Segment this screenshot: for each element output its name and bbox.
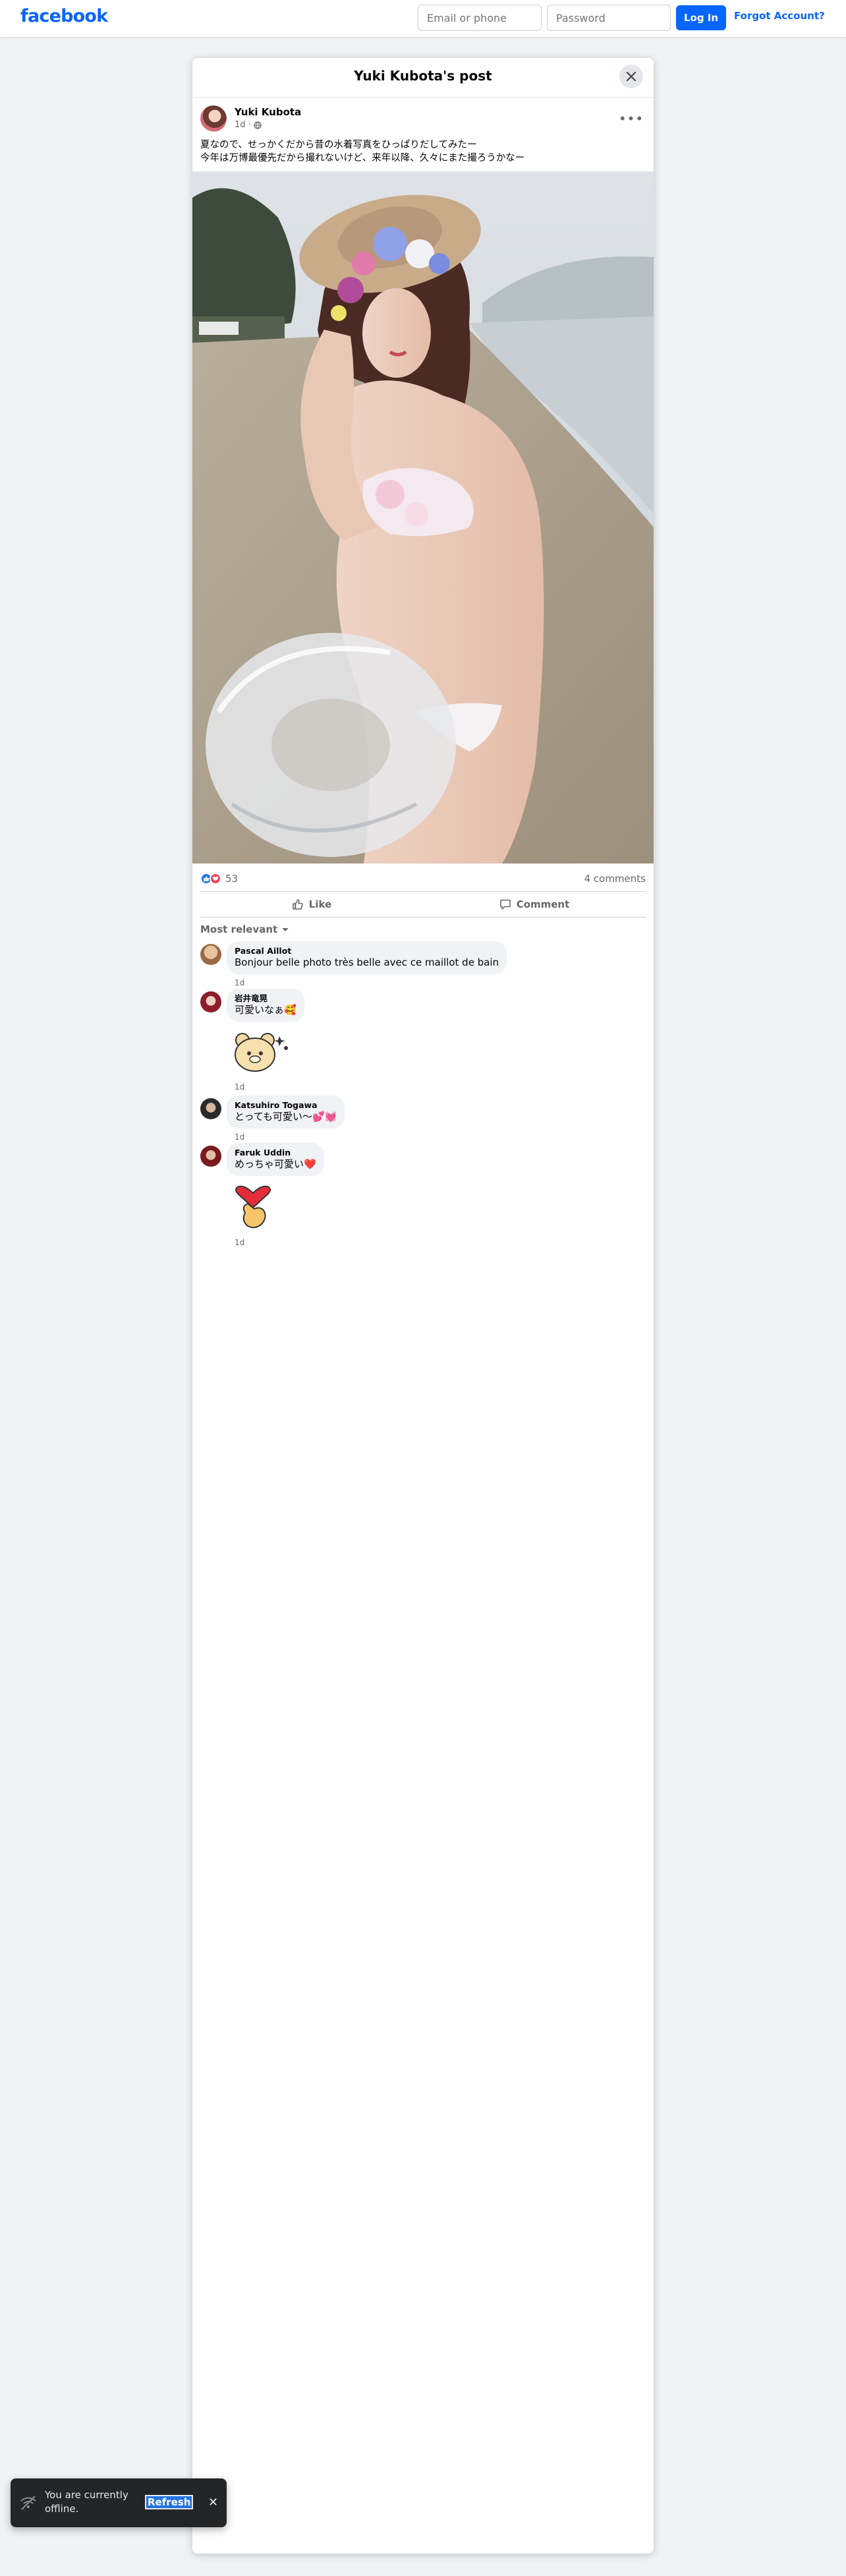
post-text-line: 夏なので、せっかくだから昔の水着写真をひっぱりだしてみたー: [200, 140, 477, 150]
comment-item: Faruk Uddin めっちゃ可愛い❤️ 1d: [200, 1143, 646, 1248]
post-text: 夏なので、せっかくだから昔の水着写真をひっぱりだしてみたー 今年は万博最優先だか…: [200, 138, 646, 165]
comment-text: 可愛いなぁ🥰: [235, 1004, 296, 1016]
close-icon: [626, 71, 636, 82]
post-time[interactable]: 1d ·: [235, 120, 251, 130]
close-button[interactable]: [619, 65, 643, 88]
avatar[interactable]: [200, 944, 221, 965]
login-button[interactable]: Log In: [676, 5, 726, 30]
close-icon: ✕: [208, 2496, 219, 2509]
offline-message: You are currently offline.: [45, 2489, 128, 2515]
comment-text: めっちゃ可愛い❤️: [235, 1158, 316, 1170]
comment-bubble: 岩井竜晃 可愛いなぁ🥰: [227, 989, 304, 1022]
top-bar: facebook Log In Forgot Account?: [0, 0, 846, 37]
thumbs-up-icon: [292, 899, 303, 910]
email-field[interactable]: [418, 5, 542, 31]
like-button[interactable]: Like: [200, 892, 423, 917]
password-field[interactable]: [547, 5, 671, 31]
comment-bubble: Pascal Aillot Bonjour belle photo très b…: [227, 941, 507, 974]
avatar[interactable]: [200, 105, 227, 132]
globe-icon: [254, 121, 262, 129]
comment-button[interactable]: Comment: [423, 892, 646, 917]
wifi-off-icon: [20, 2496, 36, 2510]
comment-label: Comment: [516, 898, 570, 910]
reactions-row: 53 4 comments: [200, 866, 646, 891]
comment-time[interactable]: 1d: [235, 1238, 244, 1247]
avatar[interactable]: [200, 991, 221, 1012]
author-name[interactable]: Yuki Kubota: [235, 106, 301, 118]
comment-item: 岩井竜晃 可愛いなぁ🥰 1d: [200, 989, 646, 1094]
action-bar: Like Comment: [200, 891, 646, 918]
avatar[interactable]: [200, 1146, 221, 1167]
like-label: Like: [308, 898, 332, 910]
comment-text: Bonjour belle photo très belle avec ce m…: [235, 956, 499, 968]
offline-toast: You are currently offline. Refresh ✕: [11, 2478, 227, 2527]
reaction-icons[interactable]: [200, 873, 221, 885]
comment-item: Pascal Aillot Bonjour belle photo très b…: [200, 941, 646, 987]
dialog-title: Yuki Kubota's post: [354, 68, 492, 84]
toast-close-button[interactable]: ✕: [208, 2496, 218, 2509]
post-author-row: Yuki Kubota 1d · •••: [200, 105, 646, 134]
comment-author[interactable]: Faruk Uddin: [235, 1148, 316, 1158]
post-meta: 1d ·: [235, 120, 262, 130]
comment-author[interactable]: 岩井竜晃: [235, 993, 296, 1004]
post-text-line: 今年は万博最優先だから撮れないけど、来年以降、久々にまた撮ろうかなー: [200, 153, 525, 163]
comment-item: Katsuhiro Togawa とっても可愛い〜💕💓 1d: [200, 1096, 646, 1142]
comment-icon: [499, 899, 511, 910]
more-options-button[interactable]: •••: [619, 109, 643, 128]
dialog-header: Yuki Kubota's post: [192, 58, 654, 98]
bear-sticker-icon: [235, 1033, 288, 1072]
comment-author[interactable]: Katsuhiro Togawa: [235, 1100, 337, 1111]
comment-bubble: Faruk Uddin めっちゃ可愛い❤️: [227, 1143, 324, 1176]
forgot-account-link[interactable]: Forgot Account?: [734, 10, 825, 22]
facebook-logo[interactable]: facebook: [20, 6, 108, 26]
finger-heart-sticker-icon: [235, 1185, 271, 1229]
avatar[interactable]: [200, 1098, 221, 1119]
post-dialog: Yuki Kubota's post Yuki Kubota 1d · ••• …: [192, 58, 654, 2554]
comment-time[interactable]: 1d: [235, 1082, 244, 1092]
comment-time[interactable]: 1d: [235, 978, 244, 987]
chevron-down-icon: [282, 927, 289, 931]
comments-count[interactable]: 4 comments: [584, 873, 646, 885]
refresh-link[interactable]: Refresh: [144, 2495, 194, 2509]
comment-author[interactable]: Pascal Aillot: [235, 946, 499, 956]
post-photo[interactable]: [192, 171, 654, 864]
reaction-count[interactable]: 53: [225, 873, 238, 885]
comment-sort-dropdown[interactable]: Most relevant: [200, 920, 289, 939]
sort-label: Most relevant: [200, 923, 278, 935]
love-reaction-icon: [210, 873, 221, 885]
comment-bubble: Katsuhiro Togawa とっても可愛い〜💕💓: [227, 1096, 345, 1128]
more-dots-icon: •••: [618, 111, 644, 127]
comment-text: とっても可愛い〜💕💓: [235, 1111, 337, 1123]
comment-time[interactable]: 1d: [235, 1132, 244, 1142]
